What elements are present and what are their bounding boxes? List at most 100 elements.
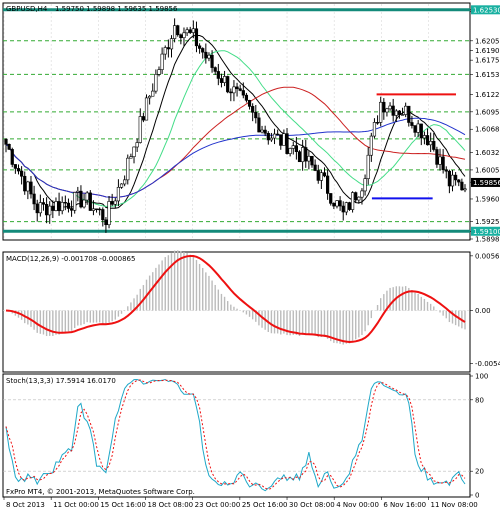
candle-body bbox=[294, 145, 298, 152]
candle-body bbox=[279, 134, 283, 146]
candle-body bbox=[51, 205, 55, 211]
candle-body bbox=[404, 105, 408, 115]
chart-canvas: 1.625301.625001.620501.619001.617501.615… bbox=[0, 0, 500, 510]
candle-body bbox=[32, 193, 36, 205]
candle-body bbox=[301, 147, 305, 163]
candle-body bbox=[360, 190, 364, 198]
candle-body bbox=[326, 175, 330, 194]
candle-body bbox=[148, 95, 152, 99]
candle-body bbox=[394, 110, 398, 116]
candle-body bbox=[216, 71, 220, 79]
candle-body bbox=[251, 106, 255, 113]
candle-body bbox=[188, 29, 192, 33]
candle-body bbox=[400, 114, 405, 116]
candle-body bbox=[307, 155, 311, 162]
price-tick-label: 1.60320 bbox=[475, 149, 500, 157]
candle-body bbox=[38, 202, 42, 214]
candle bbox=[226, 75, 230, 94]
candle-body bbox=[88, 192, 92, 211]
candle-body bbox=[169, 38, 174, 50]
price-highlight-label: 1.59856 bbox=[473, 179, 500, 187]
stoch-tick-label: 100 bbox=[475, 373, 488, 381]
candle bbox=[350, 191, 355, 213]
candle-body bbox=[35, 203, 39, 214]
price-tick-label: 1.61530 bbox=[475, 71, 500, 79]
price-tick-label: 1.59600 bbox=[475, 195, 500, 203]
candle-body bbox=[338, 200, 342, 207]
candle-body bbox=[319, 172, 323, 181]
candle-body bbox=[379, 101, 383, 123]
time-tick-label: 11 Nov 08:00 bbox=[431, 501, 478, 509]
candle bbox=[88, 190, 92, 211]
stoch-tick-label: 20 bbox=[475, 468, 484, 476]
price-tick-label: 1.61750 bbox=[475, 57, 500, 65]
price-tick-label: 1.60950 bbox=[475, 108, 500, 116]
candle-body bbox=[222, 76, 227, 83]
candle-body bbox=[166, 47, 170, 50]
candle-body bbox=[44, 204, 49, 216]
candle-body bbox=[425, 135, 430, 146]
candle-body bbox=[329, 193, 333, 204]
candle-body bbox=[332, 203, 336, 207]
candle-body bbox=[407, 105, 411, 123]
candle-body bbox=[107, 201, 111, 226]
candle-body bbox=[357, 196, 361, 201]
candle-body bbox=[210, 54, 214, 68]
candle-body bbox=[163, 47, 167, 55]
stoch-panel: 100 80 20 0 Stoch(13,3,3) 17.5914 16.0170 F… bbox=[2, 373, 488, 500]
candle-body bbox=[447, 170, 451, 187]
candle-body bbox=[288, 148, 292, 154]
candle-body bbox=[157, 69, 161, 75]
candle-body bbox=[226, 76, 230, 93]
candle-body bbox=[151, 90, 155, 97]
candle-body bbox=[173, 25, 177, 39]
candle-body bbox=[276, 133, 280, 136]
price-tick-label: 1.62050 bbox=[475, 37, 500, 45]
candle-body bbox=[138, 116, 142, 143]
time-tick-label: 30 Oct 08:00 bbox=[289, 501, 335, 509]
candle-body bbox=[116, 187, 121, 202]
candle bbox=[347, 201, 352, 211]
candle-body bbox=[160, 53, 164, 70]
candle-body bbox=[126, 157, 130, 181]
price-panel: 1.625301.625001.620501.619001.617501.615… bbox=[2, 2, 500, 244]
candle-body bbox=[191, 28, 195, 33]
candle-body bbox=[176, 25, 180, 36]
candle-body bbox=[422, 135, 427, 139]
candle-body bbox=[413, 125, 417, 133]
candle-body bbox=[129, 156, 133, 159]
candle-body bbox=[397, 110, 402, 115]
candle-body bbox=[263, 129, 267, 134]
candle-body bbox=[26, 181, 30, 192]
candle-body bbox=[244, 94, 249, 101]
price-ohlc: 1.59750 1.59898 1.59635 1.59856 bbox=[55, 5, 178, 13]
candle-body bbox=[73, 192, 77, 211]
candle-body bbox=[194, 28, 199, 47]
candle-body bbox=[179, 34, 183, 39]
candle-body bbox=[20, 170, 24, 177]
candle-body bbox=[241, 90, 245, 96]
time-tick-label: 8 Oct 2013 bbox=[6, 501, 45, 509]
candle-body bbox=[10, 149, 14, 165]
candle-body bbox=[7, 143, 11, 150]
candle-body bbox=[435, 149, 439, 165]
candle-body bbox=[366, 154, 370, 179]
candle-body bbox=[444, 169, 448, 172]
candle-body bbox=[369, 135, 373, 156]
candle-body bbox=[54, 201, 58, 211]
candle-body bbox=[375, 122, 380, 124]
macd-label: MACD(12,26,9) -0.001708 -0.000865 bbox=[6, 255, 135, 263]
candle bbox=[144, 94, 149, 121]
candle-body bbox=[391, 105, 395, 116]
macd-panel: 0.005608 0.00 -0.005432 MACD(12,26,9) -0.0… bbox=[2, 250, 500, 373]
candle-body bbox=[419, 123, 423, 139]
candle-body bbox=[304, 147, 308, 162]
candle-body bbox=[347, 202, 352, 210]
candle-body bbox=[450, 174, 455, 187]
candle bbox=[126, 154, 130, 185]
price-tick-label: 1.58980 bbox=[475, 236, 500, 244]
candle bbox=[73, 191, 77, 214]
candle-body bbox=[372, 122, 377, 137]
candle-body bbox=[457, 179, 461, 183]
stoch-tick-label: 80 bbox=[475, 396, 484, 404]
